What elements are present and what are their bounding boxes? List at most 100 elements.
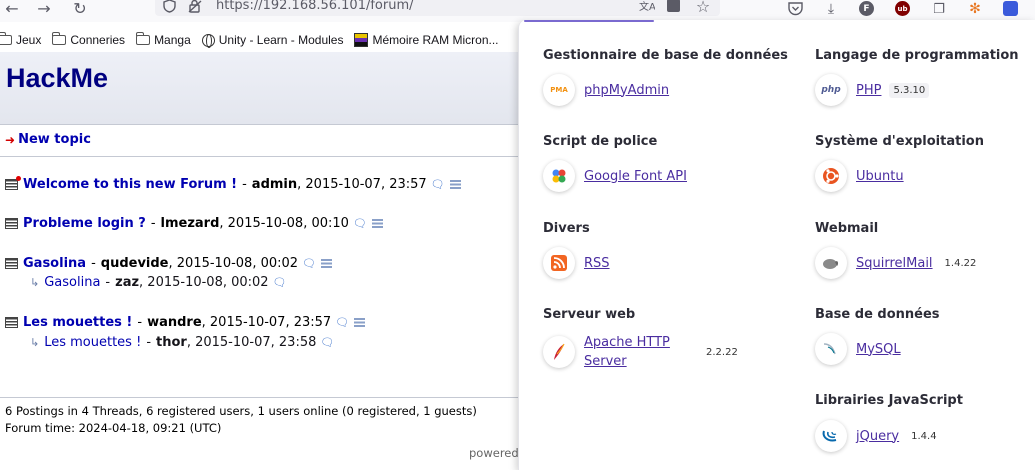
- tech-name[interactable]: jQuery: [856, 427, 899, 446]
- footer-divider: [0, 397, 520, 398]
- thread-subject[interactable]: Welcome to this new Forum !: [23, 177, 237, 192]
- php-icon: php: [815, 74, 847, 106]
- ublock-icon[interactable]: ub: [895, 1, 910, 16]
- tech-name[interactable]: phpMyAdmin: [584, 81, 669, 100]
- category-operating-system: Système d'exploitation: [815, 134, 984, 149]
- reply-date: 2015-10-08, 00:02: [147, 275, 269, 290]
- ubuntu-icon: [815, 160, 847, 192]
- memory-icon: [354, 33, 369, 47]
- tech-name[interactable]: Google Font API: [584, 167, 687, 186]
- speech-bubble-icon[interactable]: 🗨: [320, 336, 334, 349]
- speech-bubble-icon[interactable]: 🗨: [302, 257, 316, 270]
- url-text[interactable]: https://192.168.56.101/forum/: [216, 0, 414, 13]
- thread-tree-icon[interactable]: [449, 179, 461, 190]
- bookmark-star-icon[interactable]: ☆: [695, 0, 711, 16]
- tech-phpmyadmin[interactable]: PMA phpMyAdmin: [543, 74, 669, 106]
- tech-version: 5.3.10: [889, 82, 930, 98]
- header-divider: [0, 156, 520, 157]
- tech-jquery[interactable]: jQuery 1.4.4: [815, 420, 941, 452]
- thread-subject[interactable]: Probleme login ?: [23, 216, 146, 231]
- extensions-icon[interactable]: ❐: [930, 0, 948, 18]
- thread-tree-icon[interactable]: [371, 218, 383, 229]
- speech-bubble-icon[interactable]: 🗨: [335, 316, 349, 329]
- new-topic-label: New topic: [18, 132, 91, 147]
- category-font-script: Script de police: [543, 134, 658, 149]
- bookmark-unity[interactable]: Unity - Learn - Modules: [201, 33, 344, 48]
- bookmark-label: Mémoire RAM Micron...: [372, 33, 499, 47]
- tech-php[interactable]: php PHP 5.3.10: [815, 74, 930, 106]
- thread-subject[interactable]: Gasolina: [23, 256, 86, 271]
- speech-bubble-icon[interactable]: 🗨: [353, 217, 367, 230]
- category-web-server: Serveur web: [543, 307, 636, 322]
- thread-date: 2015-10-08, 00:10: [227, 216, 349, 231]
- thread-row: Welcome to this new Forum ! - admin, 201…: [5, 176, 461, 192]
- forward-arrow-icon[interactable]: →: [34, 0, 54, 18]
- svg-text:文A: 文A: [639, 0, 655, 13]
- forum-title[interactable]: HackMe: [6, 63, 108, 94]
- folder-icon: [0, 32, 12, 45]
- tech-name[interactable]: MySQL: [856, 340, 901, 359]
- bookmark-conneries[interactable]: Conneries: [51, 32, 125, 47]
- arrow-right-icon: ➜: [5, 132, 16, 147]
- tech-mysql[interactable]: MySQL: [815, 333, 901, 365]
- firefox-account-icon[interactable]: F: [859, 1, 874, 16]
- reply-subject[interactable]: Gasolina: [44, 275, 100, 290]
- tech-squirrelmail[interactable]: SquirrelMail 1.4.22: [815, 247, 980, 279]
- back-arrow-icon[interactable]: ←: [2, 0, 22, 18]
- separator: -: [242, 177, 247, 192]
- squirrelmail-icon: [815, 247, 847, 279]
- tech-version: 1.4.4: [911, 430, 937, 442]
- bookmark-label: Jeux: [16, 33, 42, 47]
- translate-icon[interactable]: 文A: [639, 0, 655, 14]
- reader-view-icon[interactable]: [667, 0, 680, 12]
- tech-name[interactable]: Apache HTTP Server: [584, 333, 694, 371]
- shield-icon[interactable]: [161, 0, 177, 14]
- bookmark-memoire-ram[interactable]: Mémoire RAM Micron...: [354, 33, 499, 47]
- bookmark-manga[interactable]: Manga: [135, 32, 191, 47]
- thread-tree-icon[interactable]: [321, 258, 333, 269]
- thread-date: 2015-10-08, 00:02: [176, 256, 299, 271]
- reply-row: ↳ Gasolina - zaz, 2015-10-08, 00:02 🗨: [30, 275, 287, 290]
- new-topic-link[interactable]: ➜ New topic: [5, 132, 91, 147]
- thread-new-icon: [5, 176, 21, 190]
- tech-name[interactable]: SquirrelMail: [856, 254, 933, 273]
- tech-name[interactable]: Ubuntu: [856, 167, 904, 186]
- thread-date: 2015-10-07, 23:57: [209, 315, 332, 330]
- reply-subject[interactable]: Les mouettes !: [44, 335, 141, 350]
- reload-icon[interactable]: ↻: [70, 0, 90, 18]
- wappalyzer-icon[interactable]: [1003, 1, 1018, 16]
- address-bar[interactable]: https://192.168.56.101/forum/ 文A ☆: [155, 0, 720, 16]
- thread-tree-icon[interactable]: [354, 317, 366, 328]
- category-misc: Divers: [543, 221, 590, 236]
- speech-bubble-icon[interactable]: 🗨: [431, 178, 445, 191]
- separator: -: [146, 335, 152, 350]
- thread-row: Gasolina - qudevide, 2015-10-08, 00:02 🗨: [5, 256, 333, 271]
- tech-name[interactable]: RSS: [584, 254, 610, 273]
- rss-icon: [543, 247, 575, 279]
- browser-toolbar: ← → ↻ https://192.168.56.101/forum/ 文A ☆…: [0, 0, 1035, 22]
- tech-name[interactable]: PHP: [856, 81, 881, 100]
- speech-bubble-icon[interactable]: 🗨: [273, 276, 287, 289]
- insecure-lock-icon[interactable]: [187, 0, 203, 14]
- powered-by-text[interactable]: powered: [469, 446, 519, 460]
- burp-extension-icon[interactable]: ✻: [966, 0, 984, 18]
- tech-ubuntu[interactable]: Ubuntu: [815, 160, 904, 192]
- category-database-manager: Gestionnaire de base de données: [543, 48, 788, 63]
- reply-branch-icon: ↳: [30, 336, 40, 349]
- tech-rss[interactable]: RSS: [543, 247, 610, 279]
- thread-author: lmezard: [160, 216, 220, 231]
- mysql-icon: [815, 333, 847, 365]
- wappalyzer-popup: Gestionnaire de base de données PMA phpM…: [518, 20, 1035, 470]
- google-font-icon: [543, 160, 575, 192]
- downloads-icon[interactable]: ⤓: [822, 0, 840, 18]
- tech-google-font-api[interactable]: Google Font API: [543, 160, 687, 192]
- bookmark-jeux[interactable]: Jeux: [0, 32, 42, 47]
- thread-subject[interactable]: Les mouettes !: [23, 315, 132, 330]
- forum-stats: 6 Postings in 4 Threads, 6 registered us…: [5, 404, 477, 418]
- reply-author: zaz: [115, 275, 140, 290]
- thread-icon: [5, 218, 18, 229]
- pocket-icon[interactable]: [786, 0, 804, 18]
- panel-top-accent: [524, 20, 654, 22]
- bookmark-label: Unity - Learn - Modules: [218, 33, 344, 47]
- tech-apache[interactable]: Apache HTTP Server 2.2.22: [543, 333, 763, 371]
